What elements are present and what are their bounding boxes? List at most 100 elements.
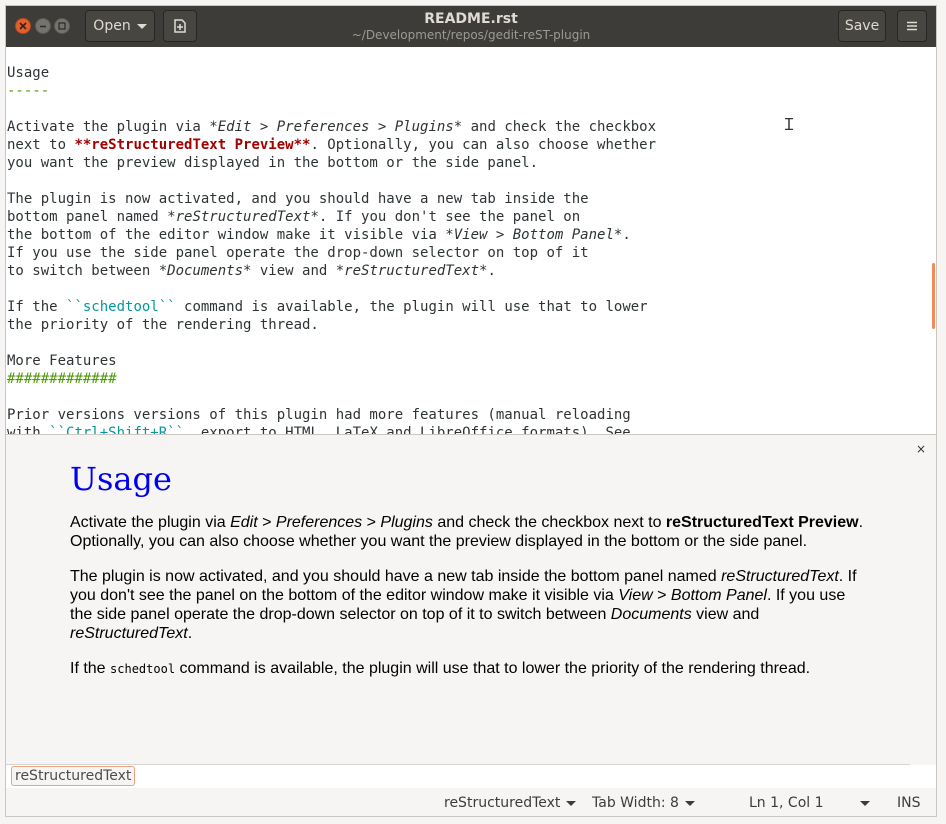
- editor-text: More Features: [7, 353, 117, 369]
- editor-line: with ``Ctrl+Shift+R``, export to HTML, L…: [7, 425, 631, 434]
- title-area: README.rst ~/Development/repos/gedit-reS…: [306, 10, 636, 42]
- editor-text: with: [7, 425, 50, 434]
- editor-line: #############: [7, 371, 117, 387]
- rst-markup-em: *reStructuredText*: [167, 209, 319, 225]
- rst-markup-ul: -----: [7, 83, 50, 99]
- editor-line: the bottom of the editor window make it …: [7, 227, 631, 243]
- preview-text: The plugin is now activated, and you sho…: [70, 568, 722, 585]
- editor-text: and check the checkbox: [462, 119, 657, 135]
- open-button[interactable]: Open: [85, 10, 155, 42]
- editor-text: , export to HTML, LaTeX and LibreOffice …: [184, 425, 631, 434]
- maximize-icon: [58, 22, 66, 30]
- preview-text: command is available, the plugin will us…: [175, 660, 811, 677]
- close-icon: [19, 22, 27, 30]
- preview-text: and check the checkbox next to: [432, 514, 666, 531]
- save-button[interactable]: Save: [838, 10, 886, 42]
- status-bar: reStructuredText Tab Width: 8 Ln 1, Col …: [6, 788, 936, 816]
- preview-text: View: [618, 587, 653, 604]
- insert-mode-indicator[interactable]: INS: [897, 793, 921, 813]
- hamburger-menu-icon: [907, 21, 917, 31]
- window-minimize-button[interactable]: [35, 18, 51, 34]
- cursor-position-label: Ln 1, Col 1: [749, 795, 824, 811]
- editor-line: The plugin is now activated, and you sho…: [7, 191, 589, 207]
- editor-text: you want the preview displayed in the bo…: [7, 155, 539, 171]
- editor-text: next to: [7, 137, 75, 153]
- editor-text: command is available, the plugin will us…: [175, 299, 648, 315]
- rst-markup-em: *reStructuredText*: [335, 263, 488, 279]
- language-label: reStructuredText: [444, 795, 561, 811]
- editor-text: view and: [251, 263, 336, 279]
- window-subtitle: ~/Development/repos/gedit-reST-plugin: [351, 28, 591, 42]
- rst-markup-lit: ``schedtool``: [66, 299, 176, 315]
- rst-markup-em: *Edit > Preferences > Plugins*: [209, 119, 463, 135]
- preview-text: reStructuredText: [70, 625, 188, 642]
- editor-line: Activate the plugin via *Edit > Preferen…: [7, 119, 656, 135]
- editor-text: If the: [7, 299, 67, 315]
- preview-text: .: [187, 625, 193, 642]
- preview-text: Documents: [610, 606, 692, 623]
- preview-text: Activate the plugin via: [70, 514, 231, 531]
- text-cursor-icon: Ｉ: [781, 115, 798, 134]
- scrollbar[interactable]: [932, 263, 935, 329]
- text-editor[interactable]: Usage ----- Activate the plugin via *Edi…: [6, 47, 936, 434]
- rst-markup-bold: **reStructuredText Preview**: [74, 137, 311, 153]
- new-document-icon: [174, 19, 186, 33]
- editor-line: If you use the side panel operate the dr…: [7, 245, 589, 261]
- editor-text: .: [487, 263, 496, 279]
- rst-markup-em: *Documents*: [158, 263, 252, 279]
- editor-text: the priority of the rendering thread.: [7, 317, 319, 333]
- tab-width-label: Tab Width: 8: [592, 795, 679, 811]
- cursor-position-selector[interactable]: Ln 1, Col 1: [749, 793, 870, 813]
- editor-line: -----: [7, 83, 49, 99]
- tab-restructuredtext[interactable]: reStructuredText: [11, 766, 136, 786]
- language-selector[interactable]: reStructuredText: [444, 793, 577, 813]
- preview-paragraph: The plugin is now activated, and you sho…: [70, 567, 870, 643]
- editor-line: Usage: [7, 65, 49, 81]
- editor-line: next to **reStructuredText Preview**. Op…: [7, 137, 656, 153]
- preview-text: Bottom Panel: [670, 587, 767, 604]
- rst-markup-lit: ``Ctrl+Shift+R``: [49, 425, 185, 434]
- header-bar: Open README.rst ~/Development/repos/gedi…: [6, 6, 936, 48]
- new-document-button[interactable]: [163, 10, 197, 42]
- editor-line: you want the preview displayed in the bo…: [7, 155, 538, 171]
- rst-markup-em: *View > Bottom Panel*: [445, 227, 623, 243]
- editor-line: the priority of the rendering thread.: [7, 317, 319, 333]
- preview-text: Plugins: [380, 514, 433, 531]
- editor-line: If the ``schedtool`` command is availabl…: [7, 299, 648, 315]
- window-maximize-button[interactable]: [54, 18, 70, 34]
- editor-line: bottom panel named *reStructuredText*. I…: [7, 209, 580, 225]
- preview-heading: Usage: [70, 460, 172, 498]
- window-close-button[interactable]: [15, 18, 31, 34]
- tab-width-selector[interactable]: Tab Width: 8: [592, 793, 695, 813]
- preview-text: Preferences: [275, 514, 363, 531]
- chevron-down-icon: [859, 800, 870, 806]
- preview-text: Edit: [230, 514, 258, 531]
- bottom-panel-tabbar: [6, 764, 910, 765]
- restructuredtext-preview-panel: × Usage Activate the plugin via Edit > P…: [6, 435, 936, 765]
- preview-code: schedtool: [110, 662, 176, 676]
- editor-line: More Features: [7, 353, 117, 369]
- preview-text: >: [257, 514, 276, 531]
- close-icon[interactable]: ×: [916, 442, 926, 456]
- chevron-down-icon: [136, 23, 147, 29]
- preview-text: view and: [691, 606, 760, 623]
- editor-text: . If you don't see the panel on: [318, 209, 581, 225]
- chevron-down-icon: [684, 800, 695, 806]
- editor-text: the bottom of the editor window make it …: [7, 227, 446, 243]
- editor-text: Activate the plugin via: [7, 119, 210, 135]
- editor-text: The plugin is now activated, and you sho…: [7, 191, 589, 207]
- gedit-window: Open README.rst ~/Development/repos/gedi…: [5, 5, 937, 817]
- preview-paragraph: If the schedtool command is available, t…: [70, 659, 870, 679]
- editor-text: Usage: [7, 65, 50, 81]
- editor-line: Prior versions versions of this plugin h…: [7, 407, 631, 423]
- editor-text: bottom panel named: [7, 209, 168, 225]
- editor-text: Prior versions versions of this plugin h…: [7, 407, 631, 423]
- preview-text: >: [652, 587, 671, 604]
- chevron-down-icon: [566, 800, 577, 806]
- editor-text: to switch between: [7, 263, 159, 279]
- editor-content[interactable]: Usage ----- Activate the plugin via *Edi…: [7, 64, 656, 434]
- hamburger-menu-button[interactable]: [897, 10, 927, 42]
- preview-document: Usage Activate the plugin via Edit > Pre…: [70, 459, 870, 695]
- window-title: README.rst: [424, 11, 518, 27]
- editor-text: If you use the side panel operate the dr…: [7, 245, 589, 261]
